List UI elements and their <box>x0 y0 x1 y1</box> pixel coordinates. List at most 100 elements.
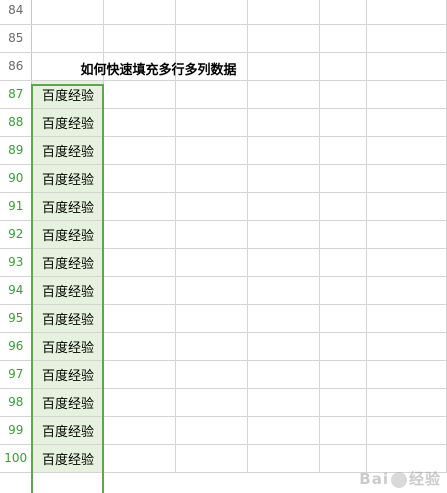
sheet-row[interactable]: 95 百度经验 <box>0 304 447 333</box>
cell[interactable] <box>103 248 177 277</box>
cell[interactable] <box>366 136 447 165</box>
row-header[interactable]: 84 <box>0 0 33 25</box>
cell[interactable] <box>103 0 177 25</box>
cell[interactable] <box>175 388 249 417</box>
cell[interactable] <box>319 0 368 25</box>
cell[interactable] <box>103 388 177 417</box>
row-header[interactable]: 99 <box>0 416 33 445</box>
sheet-row[interactable]: 96 百度经验 <box>0 332 447 361</box>
cell[interactable] <box>366 248 447 277</box>
cell[interactable] <box>175 24 249 53</box>
row-header[interactable]: 100 <box>0 444 33 473</box>
title-row[interactable]: 86 如何快速填充多行多列数据 <box>0 52 447 81</box>
row-header[interactable]: 85 <box>0 24 33 53</box>
cell[interactable] <box>175 108 249 137</box>
cell[interactable] <box>319 388 368 417</box>
cell[interactable] <box>175 304 249 333</box>
cell[interactable] <box>366 220 447 249</box>
cell[interactable] <box>103 416 177 445</box>
cell[interactable] <box>319 80 368 109</box>
cell[interactable] <box>319 108 368 137</box>
cell[interactable] <box>247 80 321 109</box>
cell[interactable] <box>103 332 177 361</box>
cell[interactable] <box>247 248 321 277</box>
row-header[interactable]: 90 <box>0 164 33 193</box>
selected-cell[interactable]: 百度经验 <box>31 248 105 277</box>
cell[interactable] <box>319 360 368 389</box>
cell[interactable] <box>247 108 321 137</box>
cell[interactable] <box>103 164 177 193</box>
cell[interactable] <box>31 24 105 53</box>
cell[interactable] <box>247 444 321 473</box>
row-header[interactable]: 89 <box>0 136 33 165</box>
cell[interactable] <box>366 192 447 221</box>
sheet-row[interactable]: 87 百度经验 <box>0 80 447 109</box>
cell[interactable] <box>247 192 321 221</box>
sheet-row[interactable]: 88 百度经验 <box>0 108 447 137</box>
sheet-row[interactable]: 97 百度经验 <box>0 360 447 389</box>
row-header[interactable]: 98 <box>0 388 33 417</box>
cell[interactable] <box>103 220 177 249</box>
cell[interactable] <box>175 332 249 361</box>
selected-cell[interactable]: 百度经验 <box>31 80 105 109</box>
cell[interactable] <box>103 304 177 333</box>
cell[interactable] <box>103 136 177 165</box>
cell[interactable] <box>247 220 321 249</box>
selected-cell[interactable]: 百度经验 <box>31 276 105 305</box>
row-header[interactable]: 94 <box>0 276 33 305</box>
cell[interactable] <box>247 360 321 389</box>
selected-cell[interactable]: 百度经验 <box>31 304 105 333</box>
cell[interactable] <box>247 276 321 305</box>
sheet-row[interactable]: 85 <box>0 24 447 53</box>
cell[interactable] <box>103 108 177 137</box>
cell[interactable] <box>319 220 368 249</box>
selected-cell[interactable]: 百度经验 <box>31 220 105 249</box>
cell[interactable] <box>247 388 321 417</box>
cell[interactable] <box>366 416 447 445</box>
selected-cell[interactable]: 百度经验 <box>31 192 105 221</box>
sheet-row[interactable]: 90 百度经验 <box>0 164 447 193</box>
cell[interactable] <box>366 108 447 137</box>
sheet-row[interactable]: 91 百度经验 <box>0 192 447 221</box>
cell[interactable] <box>366 0 447 25</box>
sheet-row[interactable]: 89 百度经验 <box>0 136 447 165</box>
cell[interactable] <box>175 220 249 249</box>
row-header[interactable]: 96 <box>0 332 33 361</box>
cell[interactable] <box>319 24 368 53</box>
row-header[interactable]: 91 <box>0 192 33 221</box>
cell[interactable] <box>175 80 249 109</box>
cell[interactable] <box>366 24 447 53</box>
cell[interactable] <box>31 0 105 25</box>
cell[interactable] <box>103 276 177 305</box>
cell[interactable] <box>366 388 447 417</box>
selected-cell[interactable]: 百度经验 <box>31 388 105 417</box>
cell[interactable] <box>175 136 249 165</box>
selected-cell[interactable]: 百度经验 <box>31 332 105 361</box>
cell[interactable] <box>319 248 368 277</box>
selected-cell[interactable]: 百度经验 <box>31 444 105 473</box>
sheet-row[interactable]: 94 百度经验 <box>0 276 447 305</box>
cell[interactable] <box>103 80 177 109</box>
cell[interactable] <box>103 24 177 53</box>
cell[interactable] <box>247 0 321 25</box>
cell[interactable] <box>319 304 368 333</box>
cell[interactable] <box>103 360 177 389</box>
cell[interactable] <box>247 416 321 445</box>
row-header[interactable]: 86 <box>0 52 33 81</box>
cell[interactable] <box>366 52 447 81</box>
cell[interactable] <box>247 136 321 165</box>
sheet-row[interactable]: 84 <box>0 0 447 25</box>
cell[interactable] <box>247 332 321 361</box>
selected-cell[interactable]: 百度经验 <box>31 164 105 193</box>
cell[interactable] <box>247 24 321 53</box>
cell[interactable] <box>175 276 249 305</box>
cell[interactable] <box>103 192 177 221</box>
cell[interactable] <box>366 164 447 193</box>
cell[interactable] <box>175 192 249 221</box>
selected-cell[interactable]: 百度经验 <box>31 108 105 137</box>
sheet-row[interactable]: 93 百度经验 <box>0 248 447 277</box>
selected-cell[interactable]: 百度经验 <box>31 360 105 389</box>
cell[interactable] <box>366 276 447 305</box>
cell[interactable] <box>175 164 249 193</box>
cell[interactable] <box>103 444 177 473</box>
